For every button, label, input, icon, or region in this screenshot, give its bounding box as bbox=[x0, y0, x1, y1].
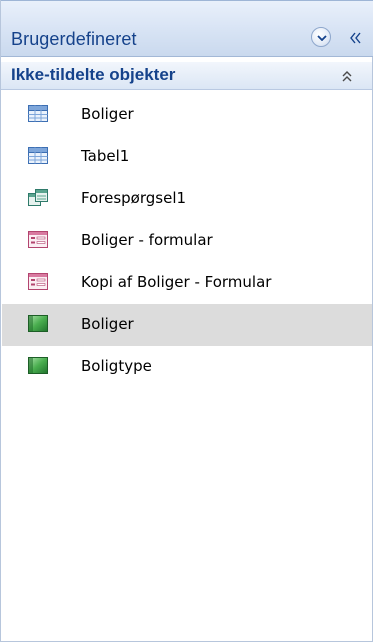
macro-icon bbox=[28, 315, 48, 332]
table-icon bbox=[28, 147, 48, 164]
list-item[interactable]: Boliger bbox=[2, 94, 372, 136]
list-item-label: Tabel1 bbox=[81, 147, 130, 165]
navigation-pane: Brugerdefineret Ikke-tildelte objekter B… bbox=[0, 0, 373, 642]
chevron-down-icon[interactable] bbox=[311, 27, 331, 47]
group-title: Ikke-tildelte objekter bbox=[11, 65, 176, 84]
form-icon bbox=[28, 231, 48, 248]
list-item[interactable]: Kopi af Boliger - Formular bbox=[2, 262, 372, 304]
list-item-label: Boliger bbox=[81, 105, 134, 123]
form-icon bbox=[28, 273, 48, 290]
list-item[interactable]: Boliger bbox=[2, 304, 372, 346]
list-item-label: Boliger - formular bbox=[81, 231, 213, 249]
list-item[interactable]: Forespørgsel1 bbox=[2, 178, 372, 220]
list-item[interactable]: Boliger - formular bbox=[2, 220, 372, 262]
list-item-label: Boligtype bbox=[81, 357, 152, 375]
list-item-label: Boliger bbox=[81, 315, 134, 333]
pane-title[interactable]: Brugerdefineret bbox=[11, 29, 137, 50]
double-chevron-left-icon[interactable] bbox=[344, 28, 366, 48]
table-icon bbox=[28, 105, 48, 122]
pane-header[interactable]: Brugerdefineret bbox=[1, 0, 373, 57]
list-item-label: Forespørgsel1 bbox=[81, 189, 187, 207]
list-item[interactable]: Tabel1 bbox=[2, 136, 372, 178]
group-header[interactable]: Ikke-tildelte objekter bbox=[1, 62, 372, 90]
query-icon bbox=[28, 189, 48, 206]
list-item-label: Kopi af Boliger - Formular bbox=[81, 273, 272, 291]
list-item[interactable]: Boligtype bbox=[2, 346, 372, 388]
macro-icon bbox=[28, 357, 48, 374]
